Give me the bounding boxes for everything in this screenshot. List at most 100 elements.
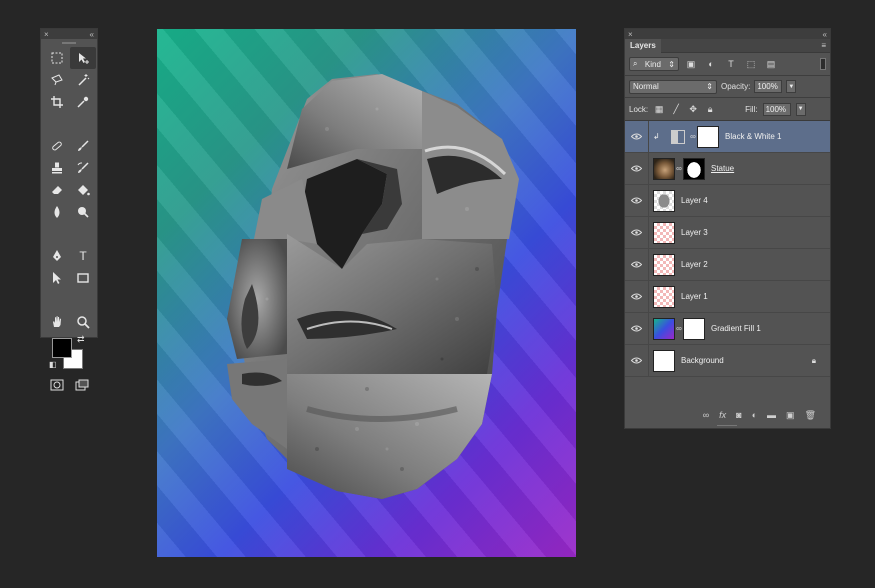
adjustment-layer-icon[interactable]: ◐: [752, 410, 757, 420]
close-icon[interactable]: ×: [44, 30, 49, 39]
visibility-eye-icon[interactable]: [625, 120, 649, 153]
layer-row[interactable]: Layer 3: [625, 216, 830, 249]
rectangle-tool-icon[interactable]: [70, 267, 96, 289]
quick-mask-icon[interactable]: [50, 378, 64, 396]
layer-thumbnail[interactable]: [653, 349, 675, 372]
layer-thumbnail[interactable]: [653, 157, 675, 180]
layer-mask-thumbnail[interactable]: [683, 317, 705, 340]
panel-grip[interactable]: [717, 425, 737, 427]
fill-label: Fill:: [745, 104, 758, 114]
path-selection-tool-icon[interactable]: [44, 267, 70, 289]
dodge-tool-icon[interactable]: [70, 201, 96, 223]
layer-row[interactable]: Layer 2: [625, 248, 830, 281]
link-layers-icon[interactable]: ∞: [703, 410, 709, 420]
layer-name: Statue: [711, 164, 735, 173]
marquee-tool-icon[interactable]: [44, 47, 70, 69]
history-brush-tool-icon[interactable]: [70, 157, 96, 179]
lock-transparent-icon[interactable]: ▦: [653, 103, 665, 115]
panel-menu-icon[interactable]: ≡: [821, 41, 830, 50]
adjustment-filter-icon[interactable]: ◐: [703, 57, 719, 71]
lasso-tool-icon[interactable]: [44, 69, 70, 91]
layer-row[interactable]: ∞ Gradient Fill 1: [625, 312, 830, 345]
fill-field[interactable]: 100%: [762, 102, 791, 116]
gradient-fill-thumbnail[interactable]: [653, 317, 675, 340]
type-filter-icon[interactable]: T: [723, 57, 739, 71]
healing-brush-tool-icon[interactable]: [44, 135, 70, 157]
bottom-tools: [41, 372, 97, 396]
crop-tool-icon[interactable]: [44, 91, 70, 113]
blend-mode-select[interactable]: Normal ⇕: [629, 79, 717, 94]
pen-tool-icon[interactable]: [44, 245, 70, 267]
filter-kind-select[interactable]: ⌕ Kind ⇕: [629, 57, 679, 71]
trash-icon[interactable]: 🗑︎: [805, 410, 816, 421]
filter-kind-label: Kind: [644, 59, 661, 69]
layer-row[interactable]: ∞ Statue: [625, 152, 830, 185]
visibility-eye-icon[interactable]: [625, 248, 649, 281]
visibility-eye-icon[interactable]: [625, 312, 649, 345]
layer-thumbnail[interactable]: [653, 221, 675, 244]
visibility-eye-icon[interactable]: [625, 216, 649, 249]
swap-colors-icon[interactable]: ⇄: [77, 334, 85, 345]
lock-position-icon[interactable]: ✥: [687, 103, 699, 115]
layer-mask-thumbnail[interactable]: [697, 125, 719, 148]
tab-layers[interactable]: Layers: [625, 38, 661, 53]
layers-footer: ∞ fx ◙ ◐ ▬ ▣ 🗑︎: [625, 406, 830, 424]
clone-stamp-tool-icon[interactable]: [44, 157, 70, 179]
link-icon[interactable]: ∞: [675, 164, 683, 173]
collapse-icon[interactable]: «: [90, 30, 94, 39]
layer-row[interactable]: Layer 1: [625, 280, 830, 313]
foreground-color-swatch[interactable]: [52, 338, 72, 358]
screen-mode-icon[interactable]: [75, 378, 89, 396]
link-icon[interactable]: ∞: [689, 132, 697, 141]
fx-icon[interactable]: fx: [719, 410, 726, 420]
panel-grip[interactable]: [41, 39, 97, 47]
eyedropper-tool-icon[interactable]: [70, 91, 96, 113]
layer-row[interactable]: ↲ ∞ Black & White 1: [625, 120, 830, 153]
smart-object-filter-icon[interactable]: ▤: [763, 57, 779, 71]
layer-thumbnail[interactable]: [653, 189, 675, 212]
shape-filter-icon[interactable]: ⬚: [743, 57, 759, 71]
type-tool-icon[interactable]: T: [70, 245, 96, 267]
layer-thumbnail[interactable]: [653, 253, 675, 276]
filter-toggle[interactable]: [820, 58, 826, 70]
tools-panel: × « T ⇄ ◧: [40, 28, 98, 391]
lock-image-icon[interactable]: ╱: [670, 103, 682, 115]
move-tool-icon[interactable]: [70, 47, 96, 69]
default-colors-icon[interactable]: ◧: [49, 360, 57, 369]
fill-dropdown[interactable]: ▼: [795, 102, 806, 116]
layer-name: Layer 2: [681, 260, 708, 269]
new-group-icon[interactable]: ▬: [767, 410, 776, 420]
filter-row: ⌕ Kind ⇕ ▣ ◐ T ⬚ ▤: [625, 53, 830, 75]
new-layer-icon[interactable]: ▣: [786, 410, 795, 421]
document-canvas[interactable]: [157, 29, 576, 557]
lock-icon: 🔒︎: [811, 355, 816, 365]
opacity-dropdown[interactable]: ▼: [786, 80, 797, 93]
hand-tool-icon[interactable]: [44, 311, 70, 333]
layer-name: Background: [681, 356, 724, 365]
layer-thumbnail[interactable]: [653, 285, 675, 308]
link-icon[interactable]: ∞: [675, 324, 683, 333]
layer-row[interactable]: Background 🔒︎: [625, 344, 830, 377]
blur-tool-icon[interactable]: [44, 201, 70, 223]
lock-all-icon[interactable]: 🔒︎: [704, 103, 716, 115]
zoom-tool-icon[interactable]: [70, 311, 96, 333]
visibility-eye-icon[interactable]: [625, 280, 649, 313]
visibility-eye-icon[interactable]: [625, 152, 649, 185]
visibility-eye-icon[interactable]: [625, 184, 649, 217]
opacity-label: Opacity:: [721, 82, 751, 91]
opacity-field[interactable]: 100%: [754, 80, 783, 93]
layer-mask-thumbnail[interactable]: [683, 157, 705, 180]
collapse-icon[interactable]: «: [823, 30, 827, 39]
layers-panel-titlebar: × «: [625, 29, 830, 39]
layer-list: ↲ ∞ Black & White 1 ∞ Statue Layer 4 Lay…: [625, 120, 830, 377]
eraser-tool-icon[interactable]: [44, 179, 70, 201]
visibility-eye-icon[interactable]: [625, 344, 649, 377]
layer-row[interactable]: Layer 4: [625, 184, 830, 217]
magic-wand-tool-icon[interactable]: [70, 69, 96, 91]
pixel-filter-icon[interactable]: ▣: [683, 57, 699, 71]
brush-tool-icon[interactable]: [70, 135, 96, 157]
add-mask-icon[interactable]: ◙: [736, 410, 741, 420]
layer-name: Layer 4: [681, 196, 708, 205]
paint-bucket-tool-icon[interactable]: [70, 179, 96, 201]
close-icon[interactable]: ×: [628, 30, 633, 39]
